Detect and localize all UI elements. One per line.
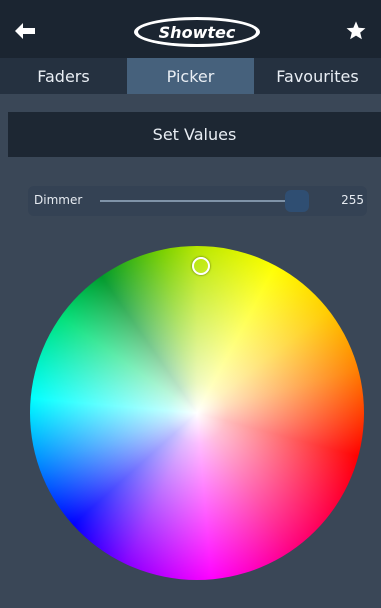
tab-favourites-label: Favourites: [276, 66, 359, 86]
svg-text:Showtec: Showtec: [159, 23, 236, 42]
tab-bar: Faders Picker Favourites: [0, 58, 381, 94]
dimmer-label: Dimmer: [34, 193, 83, 207]
tab-favourites[interactable]: Favourites: [254, 58, 381, 94]
dimmer-slider[interactable]: [100, 190, 309, 212]
tab-picker-label: Picker: [166, 66, 215, 86]
color-picker: [30, 246, 364, 580]
dimmer-value: 255: [341, 193, 364, 207]
tab-faders-label: Faders: [37, 66, 90, 86]
back-button[interactable]: [8, 14, 42, 48]
favorite-button[interactable]: [339, 14, 373, 48]
dimmer-slider-thumb[interactable]: [285, 190, 309, 212]
dimmer-slider-fill: [100, 200, 297, 202]
star-icon: [346, 21, 366, 40]
set-values-button[interactable]: Set Values: [8, 112, 381, 157]
tab-picker[interactable]: Picker: [127, 58, 254, 94]
back-arrow-icon: [15, 23, 35, 39]
set-values-label: Set Values: [152, 125, 237, 144]
dimmer-row: Dimmer 255: [28, 186, 367, 216]
color-wheel[interactable]: [30, 246, 364, 580]
color-wheel-selector[interactable]: [192, 257, 210, 275]
showtec-logo: Showtec: [132, 15, 262, 49]
top-bar: Showtec: [0, 0, 381, 58]
tab-faders[interactable]: Faders: [0, 58, 127, 94]
